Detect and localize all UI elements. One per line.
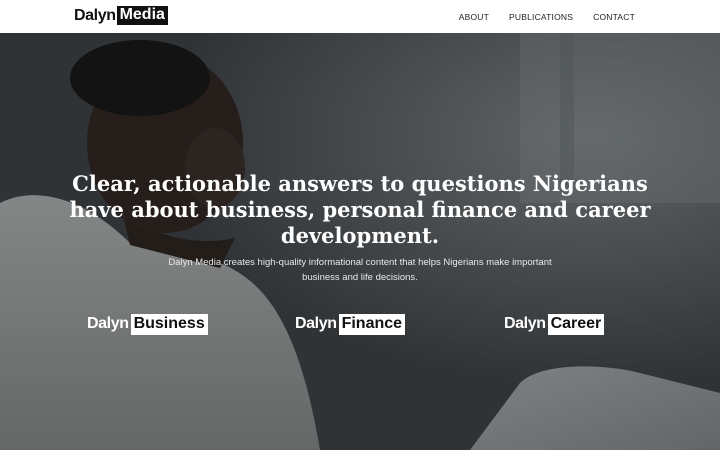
- nav-contact-link[interactable]: CONTACT: [593, 12, 635, 22]
- site-logo[interactable]: Dalyn Media: [74, 6, 168, 25]
- nav-publications-link[interactable]: PUBLICATIONS: [509, 12, 573, 22]
- top-navbar: Dalyn Media ABOUT PUBLICATIONS CONTACT: [0, 0, 720, 33]
- pub-tag-word: Finance: [338, 313, 406, 335]
- dalyn-business-logo[interactable]: Dalyn Business: [87, 311, 208, 337]
- logo-boxed-word: Media: [116, 6, 168, 25]
- pub-tag-word: Career: [547, 313, 605, 335]
- hero-section: Clear, actionable answers to questions N…: [0, 33, 720, 450]
- pub-lead-word: Dalyn: [295, 315, 337, 332]
- pub-tag-word: Business: [130, 313, 208, 335]
- logo-word: Dalyn: [74, 6, 116, 24]
- pub-lead-word: Dalyn: [87, 315, 129, 332]
- hero-headline: Clear, actionable answers to questions N…: [69, 171, 651, 248]
- pub-lead-word: Dalyn: [504, 315, 546, 332]
- dalyn-career-logo[interactable]: Dalyn Career: [504, 311, 605, 337]
- publications-row: Dalyn Business Dalyn Finance Dalyn Caree…: [0, 311, 720, 341]
- dalyn-finance-logo[interactable]: Dalyn Finance: [295, 311, 406, 337]
- nav-about-link[interactable]: ABOUT: [459, 12, 489, 22]
- hero-subtext: Dalyn Media creates high-quality informa…: [168, 257, 552, 283]
- main-nav: ABOUT PUBLICATIONS CONTACT: [439, 0, 635, 33]
